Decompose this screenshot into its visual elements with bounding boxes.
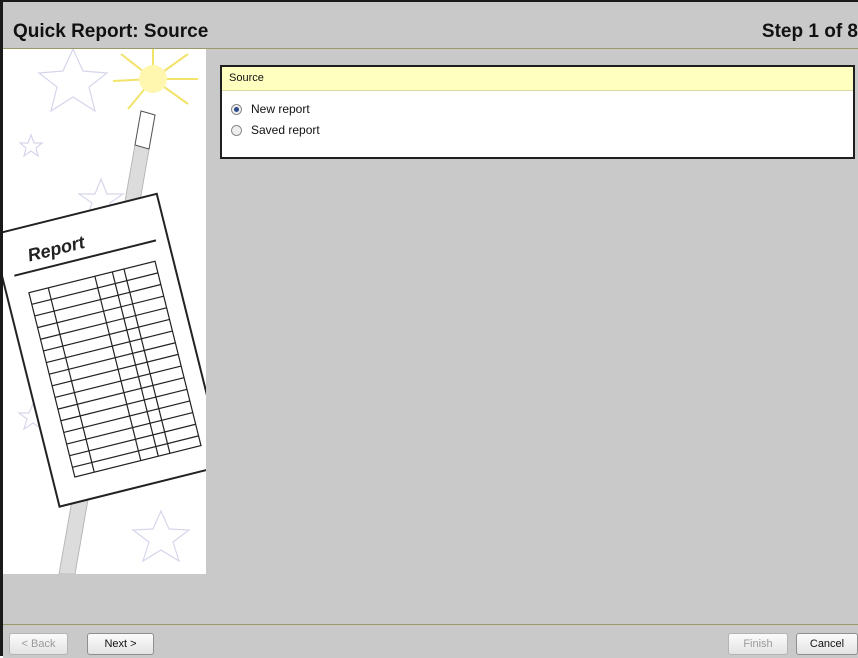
saved-report-label: Saved report bbox=[251, 123, 320, 137]
wizard-window: Quick Report: Source Step 1 of 8 Report … bbox=[0, 0, 858, 658]
content-area: Source New report Saved report bbox=[206, 49, 858, 574]
cancel-button[interactable]: Cancel bbox=[796, 633, 858, 655]
page-title: Quick Report: Source bbox=[13, 21, 209, 42]
saved-report-radio[interactable] bbox=[231, 124, 242, 136]
next-button[interactable]: Next > bbox=[87, 633, 154, 655]
back-button[interactable]: < Back bbox=[9, 633, 68, 655]
step-indicator: Step 1 of 8 bbox=[761, 21, 858, 42]
report-wand-illustration: Report bbox=[3, 49, 206, 574]
source-panel: Source New report Saved report bbox=[220, 65, 855, 159]
footer-divider bbox=[3, 624, 858, 625]
title-bar: Quick Report: Source Step 1 of 8 bbox=[3, 2, 858, 49]
sidebar-illustration: Report bbox=[3, 49, 206, 574]
new-report-label: New report bbox=[251, 102, 310, 116]
option-new-report[interactable]: New report bbox=[231, 102, 310, 116]
footer-bar: < Back Next > Finish Cancel bbox=[3, 574, 858, 658]
panel-heading: Source bbox=[222, 67, 853, 91]
finish-button[interactable]: Finish bbox=[728, 633, 788, 655]
new-report-radio[interactable] bbox=[231, 103, 242, 115]
option-saved-report[interactable]: Saved report bbox=[231, 123, 320, 137]
